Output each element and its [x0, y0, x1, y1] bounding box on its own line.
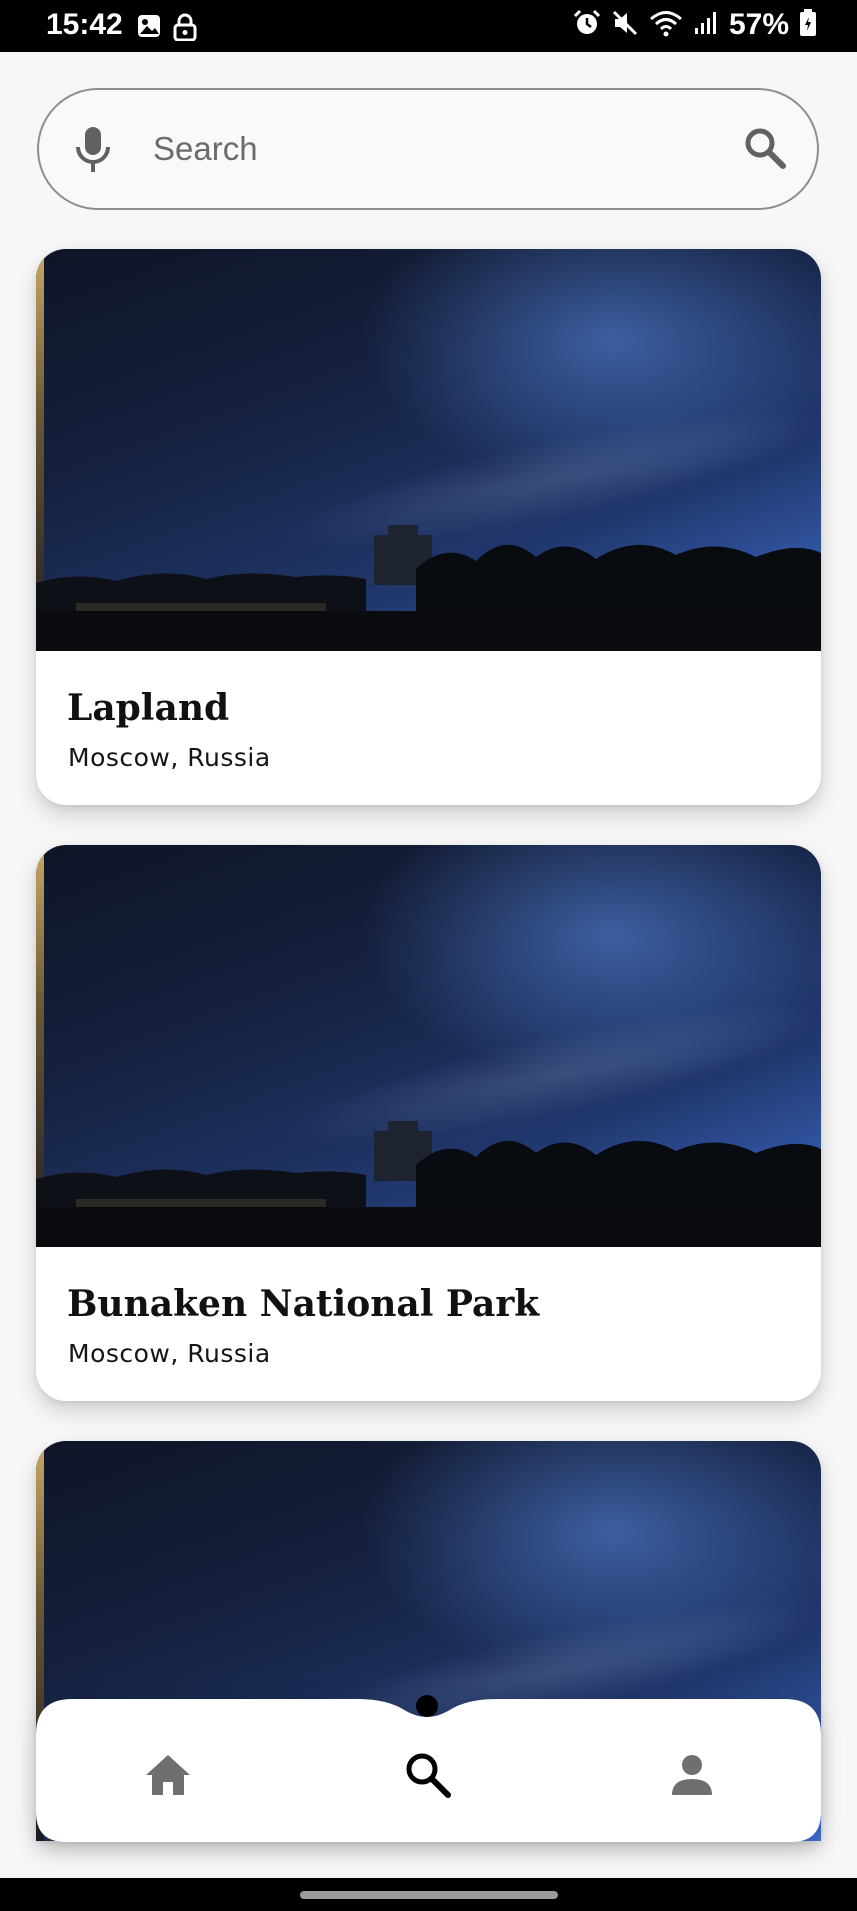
nav-search-icon[interactable] [402, 1749, 454, 1801]
nav-home-icon[interactable] [142, 1749, 194, 1801]
place-title: Bunaken National Park [67, 1283, 540, 1325]
place-card[interactable]: Lapland Moscow, Russia [36, 249, 821, 805]
place-location: Moscow, Russia [68, 743, 271, 772]
battery-percent: 57% [728, 8, 789, 41]
place-location: Moscow, Russia [68, 1339, 271, 1368]
microphone-icon[interactable] [72, 125, 114, 180]
gesture-handle[interactable] [300, 1891, 558, 1899]
status-time: 15:42 [46, 8, 123, 41]
status-bar: 15:42 57% [0, 0, 857, 52]
alarm-icon [573, 9, 601, 42]
bottom-navigation [36, 1695, 821, 1842]
signal-icon [693, 10, 719, 41]
lock-icon [172, 13, 198, 46]
wifi-icon [649, 9, 683, 42]
battery-icon [799, 8, 817, 42]
active-indicator-dot [416, 1695, 438, 1717]
mute-icon [611, 9, 639, 42]
search-bar[interactable] [37, 88, 819, 210]
image-icon [136, 13, 162, 46]
place-title: Lapland [67, 687, 230, 729]
search-input[interactable] [151, 124, 715, 174]
place-image [36, 249, 821, 651]
search-icon[interactable] [743, 126, 787, 175]
place-image [36, 845, 821, 1247]
place-card[interactable]: Bunaken National Park Moscow, Russia [36, 845, 821, 1401]
nav-profile-icon[interactable] [666, 1749, 718, 1801]
